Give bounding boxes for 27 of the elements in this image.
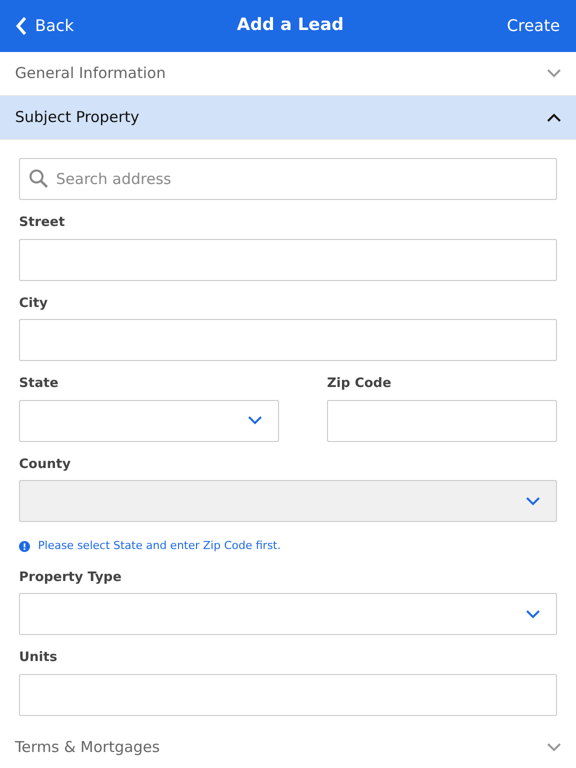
expand-chevron-icon [547, 742, 561, 752]
search-field[interactable]: Search address [19, 158, 557, 200]
create-button[interactable]: Create [506, 14, 560, 38]
field-label: County [19, 456, 72, 474]
input-field[interactable] [327, 400, 557, 442]
section-header[interactable]: Subject Property [0, 96, 576, 140]
field-label: State [19, 375, 60, 393]
field-label: Property Type [19, 568, 123, 586]
field-label: Units [19, 649, 58, 667]
dropdown-chevron-icon [248, 416, 262, 425]
input-field[interactable] [19, 674, 557, 716]
dropdown-chevron-icon [526, 496, 540, 506]
input-field[interactable] [19, 319, 557, 361]
field-label: City [19, 294, 49, 312]
field-notice: Please select State and enter Zip Code first. [38, 538, 281, 554]
dropdown-field[interactable] [19, 400, 279, 442]
dropdown-field[interactable] [19, 593, 557, 635]
dropdown-chevron-icon [526, 610, 540, 618]
input-field[interactable] [19, 238, 557, 280]
field-label: Zip Code [327, 375, 392, 393]
page-title: Add a Lead [236, 14, 344, 38]
info-icon [19, 540, 30, 552]
back-chevron-icon [16, 17, 27, 35]
back-button[interactable]: Back [16, 14, 74, 38]
collapse-chevron-icon [547, 113, 561, 122]
field-label: Street [19, 214, 66, 232]
expand-chevron-icon [547, 69, 561, 78]
